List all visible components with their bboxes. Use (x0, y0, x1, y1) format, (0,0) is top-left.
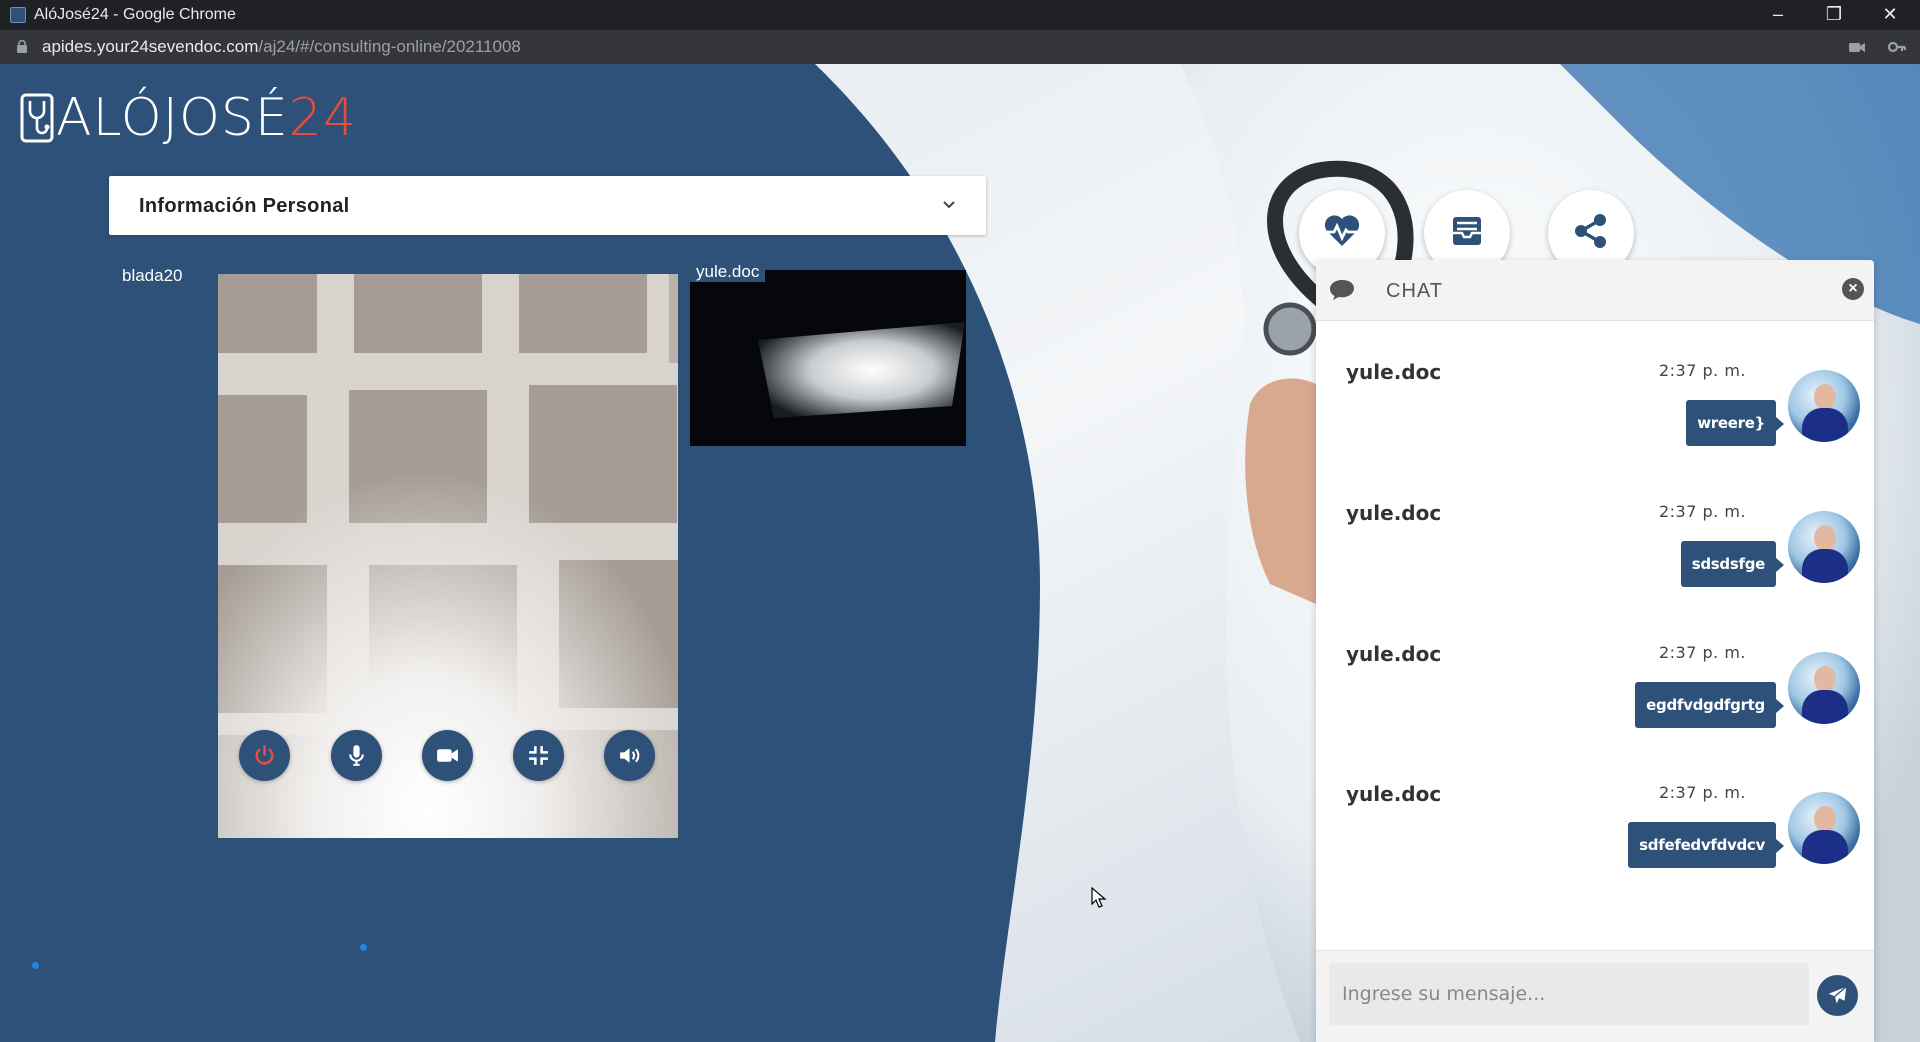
message-sender: yule.doc (1346, 360, 1442, 384)
decorative-dot (360, 944, 367, 951)
chat-message: yule.doc 2:37 p. m. wreere} (1316, 350, 1874, 480)
message-time: 2:37 p. m. (1658, 361, 1746, 380)
window-title: AlóJosé24 - Google Chrome (34, 6, 236, 23)
restore-icon[interactable]: ❐ (1806, 0, 1862, 30)
chat-header: CHAT × (1316, 260, 1874, 321)
message-bubble: egdfvdgdfgrtg (1635, 682, 1784, 728)
video-camera-icon (437, 749, 458, 762)
avatar (1788, 652, 1860, 724)
message-sender: yule.doc (1346, 501, 1442, 525)
chat-close-icon[interactable]: × (1842, 278, 1864, 300)
decorative-dot (32, 962, 39, 969)
url-text[interactable]: apides.your24sevendoc.com/aj24/#/consult… (42, 37, 521, 57)
send-button[interactable] (1817, 975, 1858, 1016)
minimize-video-button[interactable] (513, 730, 564, 781)
heartbeat-icon (1324, 215, 1360, 246)
message-time: 2:37 p. m. (1658, 502, 1746, 521)
share-icon (1575, 214, 1606, 248)
chevron-down-icon[interactable] (942, 198, 956, 212)
volume-button[interactable] (604, 730, 655, 781)
remote-video-frame (690, 270, 966, 446)
power-icon (255, 744, 274, 765)
personal-info-label: Información Personal (139, 195, 350, 217)
chat-title: CHAT (1386, 280, 1443, 302)
microphone-icon (349, 745, 364, 766)
volume-icon (620, 748, 640, 763)
browser-titlebar: AlóJosé24 - Google Chrome – ❐ ✕ (0, 0, 1920, 30)
local-user-name: blada20 (122, 266, 183, 285)
lock-icon (17, 40, 27, 53)
chat-message-input[interactable] (1329, 963, 1809, 1025)
message-bubble: sdsdsfge (1680, 541, 1785, 587)
close-icon[interactable]: ✕ (1862, 0, 1918, 30)
avatar (1788, 511, 1860, 583)
message-bubble: sdfefedvfdvdcv (1628, 822, 1784, 868)
mouse-cursor-icon (1091, 887, 1107, 908)
site-favicon-icon (10, 7, 26, 23)
remote-user-name: yule.doc (690, 262, 766, 282)
chat-message: yule.doc 2:37 p. m. sdfefedvfdvdcv (1316, 772, 1874, 902)
avatar (1788, 370, 1860, 442)
minimize-icon[interactable]: – (1750, 0, 1806, 30)
chat-message: yule.doc 2:37 p. m. egdfvdgdfgrtg (1316, 632, 1874, 762)
app-logo[interactable]: ALÓJOSÉ24 (18, 86, 356, 150)
camera-button[interactable] (422, 730, 473, 781)
avatar (1788, 792, 1860, 864)
message-bubble: wreere} (1686, 400, 1784, 446)
chat-message: yule.doc 2:37 p. m. sdsdsfge (1316, 491, 1874, 621)
message-sender: yule.doc (1346, 782, 1442, 806)
message-sender: yule.doc (1346, 642, 1442, 666)
chat-panel: CHAT × yule.doc 2:37 p. m. wreere} yule.… (1316, 260, 1874, 1042)
camera-indicator-icon[interactable] (1848, 39, 1866, 55)
key-icon[interactable] (1888, 39, 1906, 55)
inbox-icon (1453, 217, 1481, 245)
message-time: 2:37 p. m. (1658, 783, 1746, 802)
message-time: 2:37 p. m. (1658, 643, 1746, 662)
address-bar[interactable]: apides.your24sevendoc.com/aj24/#/consult… (0, 30, 1920, 64)
compress-icon (529, 746, 548, 765)
chat-bubble-icon (1330, 280, 1354, 300)
consultation-page: ALÓJOSÉ24 Información Personal blada20 y… (0, 64, 1920, 1042)
hang-up-button[interactable] (239, 730, 290, 781)
microphone-button[interactable] (331, 730, 382, 781)
paper-plane-icon (1828, 986, 1847, 1004)
stethoscope-logo-icon (20, 93, 54, 143)
remote-video-feed[interactable] (690, 270, 966, 446)
chat-footer (1316, 950, 1874, 1042)
logo-text: ALÓJOSÉ24 (56, 88, 357, 148)
personal-info-accordion[interactable]: Información Personal (109, 176, 986, 235)
